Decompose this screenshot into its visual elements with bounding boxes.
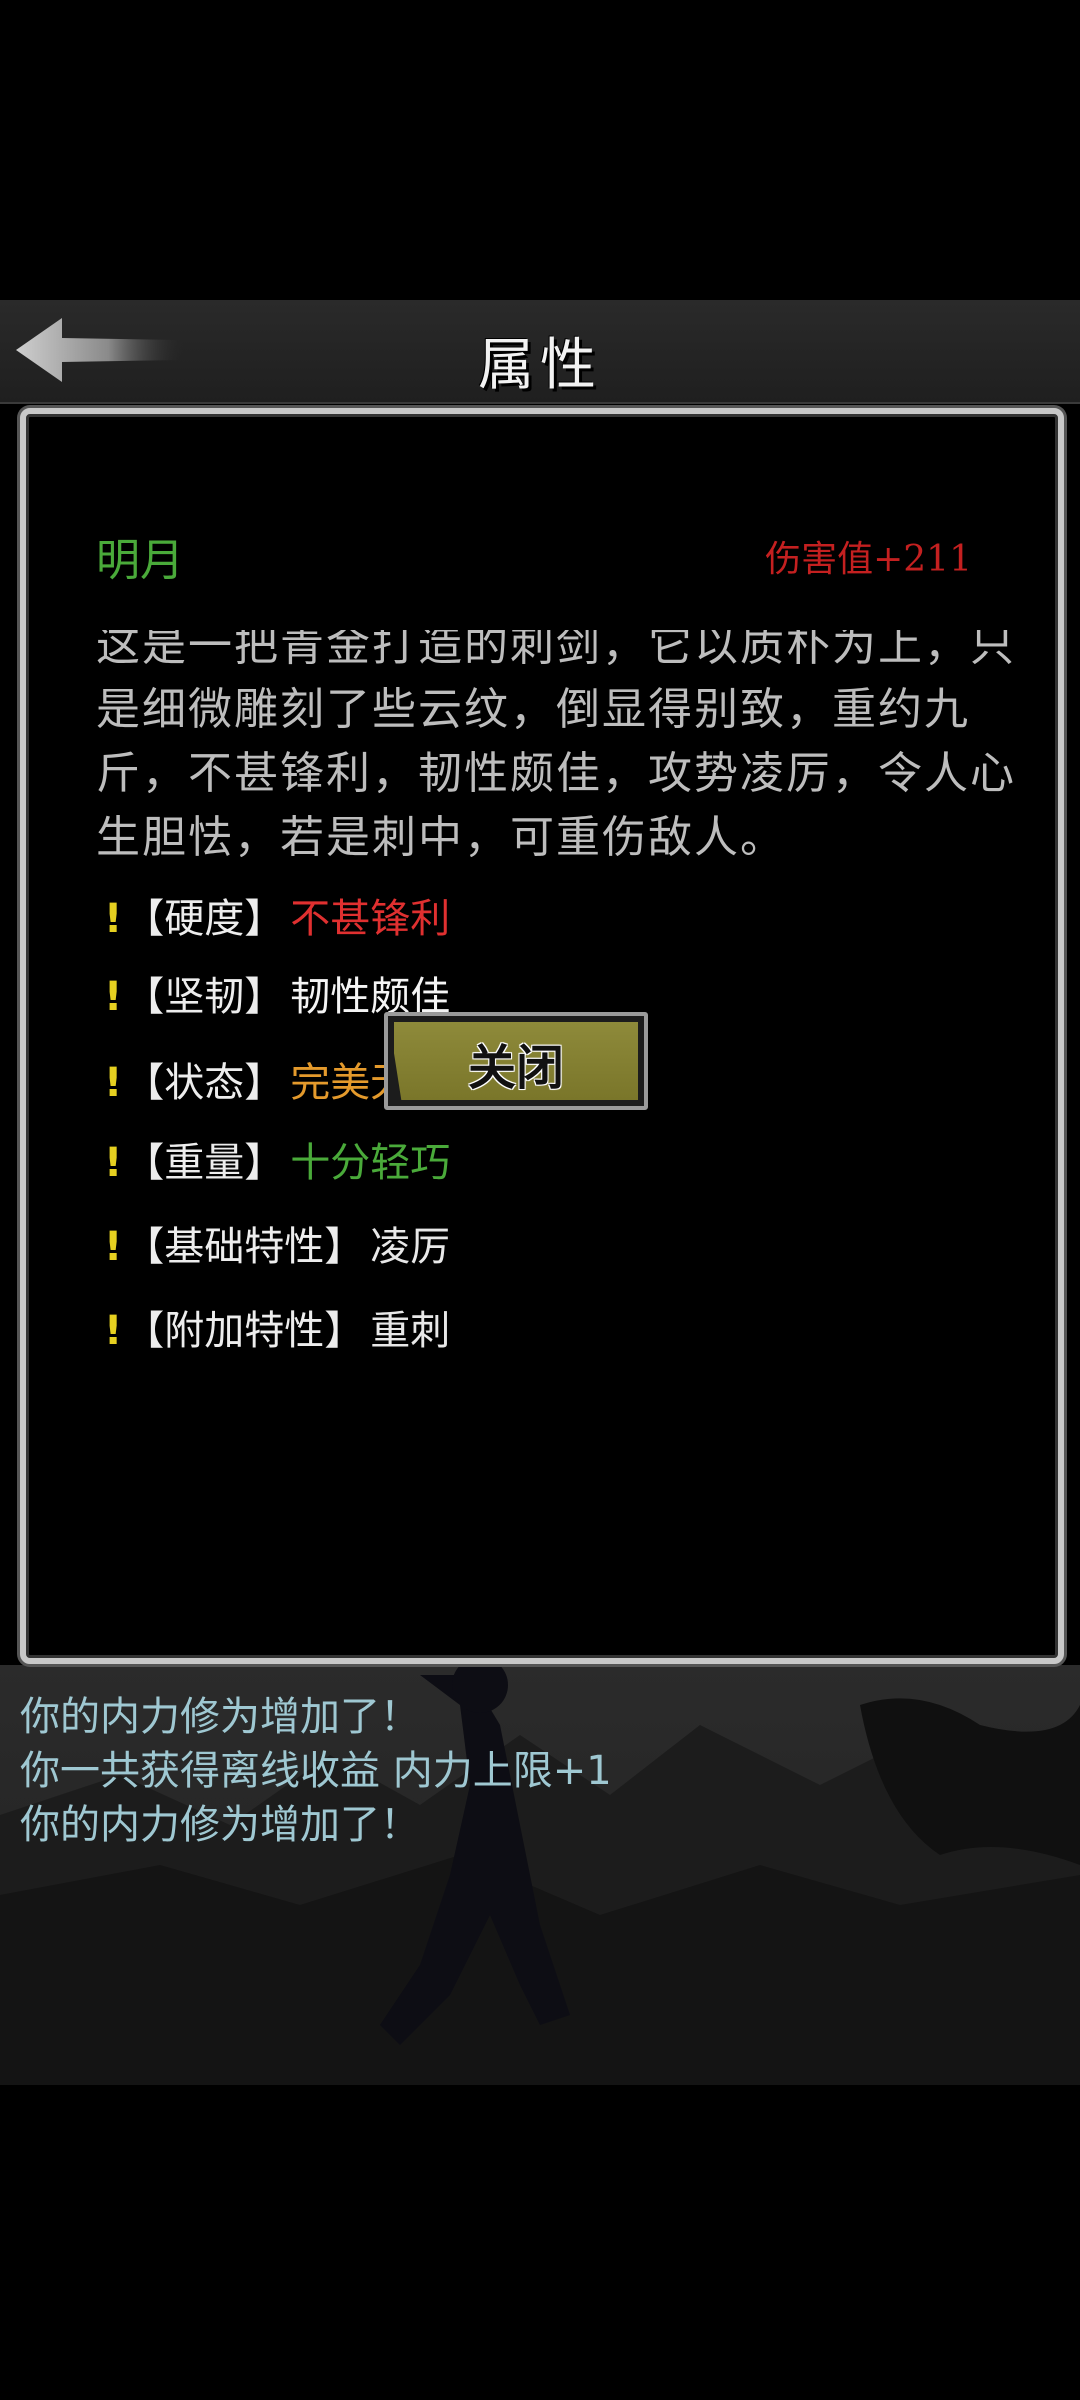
attribute-row-hardness: !【硬度】 不甚锋利	[104, 886, 450, 944]
log-line: 你的内力修为增加了！	[20, 1802, 420, 1848]
attribute-label: 【硬度】	[124, 896, 285, 942]
attribute-label: 【基础特性】	[124, 1224, 365, 1270]
attribute-value: 重刺	[370, 1308, 451, 1354]
damage-value: 伤害值+211	[765, 539, 972, 580]
page-title: 属性	[478, 333, 602, 398]
close-button[interactable]: 关闭	[384, 1012, 648, 1110]
attribute-label: 【重量】	[124, 1140, 285, 1186]
alert-icon: !	[104, 1060, 123, 1106]
alert-icon: !	[104, 1308, 123, 1354]
attribute-row-weight: !【重量】 十分轻巧	[104, 1130, 450, 1188]
close-button-label: 关闭	[467, 1040, 564, 1096]
description-text: 这是一把青金打造的刺剑，它以质朴为上，只是细微雕刻了些云纹，倒显得别致，重约九斤…	[96, 630, 1016, 863]
message-log: 你的内力修为增加了！ 你一共获得离线收益 内力上限+1 你的内力修为增加了！	[20, 1690, 1060, 1852]
attribute-row-extra-trait: !【附加特性】 重刺	[104, 1298, 450, 1356]
attribute-value: 不甚锋利	[290, 896, 451, 942]
alert-icon: !	[104, 974, 123, 1020]
alert-icon: !	[104, 1224, 123, 1270]
attribute-value: 凌厉	[370, 1224, 451, 1270]
top-bar: 属性	[0, 300, 1080, 404]
log-line: 你的内力修为增加了！	[20, 1694, 420, 1740]
attribute-label: 【附加特性】	[124, 1308, 365, 1354]
item-description[interactable]: 这是一把青金打造的刺剑，它以质朴为上，只是细微雕刻了些云纹，倒显得别致，重约九斤…	[96, 630, 1036, 874]
item-name: 明月	[96, 535, 184, 586]
log-line: 你一共获得离线收益 内力上限+1	[20, 1748, 612, 1794]
alert-icon: !	[104, 1140, 123, 1186]
attribute-label: 【状态】	[124, 1060, 285, 1106]
alert-icon: !	[104, 896, 123, 942]
attribute-row-base-trait: !【基础特性】 凌厉	[104, 1214, 450, 1272]
attribute-value: 十分轻巧	[290, 1140, 451, 1186]
attribute-label: 【坚韧】	[124, 974, 285, 1020]
